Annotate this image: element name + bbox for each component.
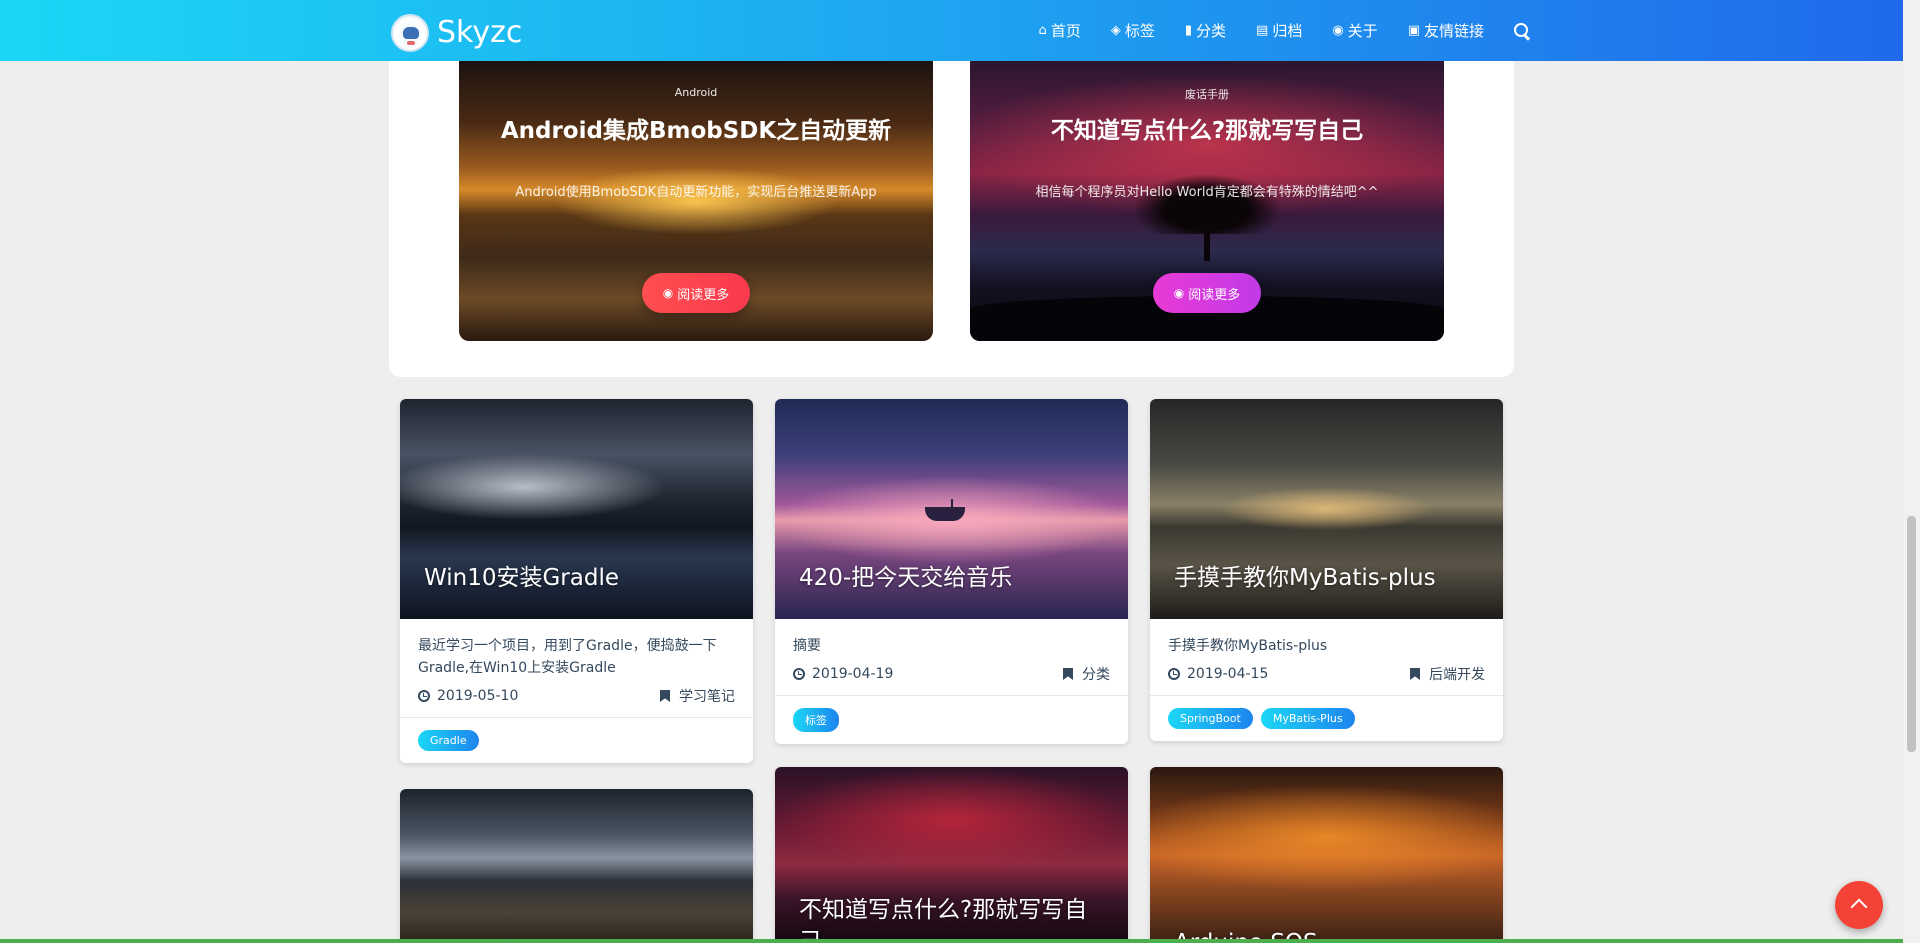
article-card[interactable]: Win10安装Gradle 最近学习一个项目，用到了Gradle，便捣鼓一下Gr…	[400, 399, 753, 763]
tag-chip[interactable]: Gradle	[418, 730, 479, 751]
home-icon: ⌂	[1038, 23, 1047, 38]
nav-label: 关于	[1347, 22, 1378, 40]
nav-item-home[interactable]: ⌂ 首页	[1039, 20, 1081, 41]
article-card[interactable]: 手摸手教你MyBatis-plus 手摸手教你MyBatis-plus 2019…	[1150, 399, 1503, 741]
article-cover[interactable]: Arduino SOS	[1150, 767, 1503, 943]
featured-category: Android	[674, 86, 718, 99]
article-title[interactable]: 手摸手教你MyBatis-plus	[1174, 562, 1484, 594]
article-cover[interactable]: Win10安装Gradle	[400, 399, 753, 619]
tags-icon: ◈	[1110, 23, 1121, 38]
nav-item-tags[interactable]: ◈ 标签	[1111, 20, 1155, 41]
nav-label: 首页	[1050, 22, 1081, 40]
bookmark-icon	[1410, 668, 1420, 680]
article-card[interactable]: 不知道写点什么?那就写写自己	[775, 767, 1128, 943]
featured-category: 废话手册	[1185, 88, 1229, 101]
eye-icon: ◉	[662, 286, 674, 300]
featured-title[interactable]: Android集成BmobSDK之自动更新	[459, 111, 933, 145]
article-date: 2019-05-10	[437, 688, 519, 704]
clock-icon	[1168, 668, 1180, 680]
read-more-button[interactable]: ◉ 阅读更多	[1153, 273, 1261, 313]
nav-item-friends[interactable]: ▣ 友情链接	[1408, 20, 1484, 41]
read-more-label: 阅读更多	[677, 287, 730, 303]
clock-icon	[418, 690, 430, 702]
tag-chip[interactable]: SpringBoot	[1168, 708, 1253, 729]
featured-description: Android使用BmobSDK自动更新功能，实现后台推送更新App	[515, 185, 877, 200]
article-category: 学习笔记	[679, 689, 735, 705]
article-category-link[interactable]: 后端开发	[1410, 664, 1485, 684]
article-summary: 最近学习一个项目，用到了Gradle，便捣鼓一下Gradle,在Win10上安装…	[418, 638, 717, 676]
article-tags: 标签	[793, 696, 1110, 744]
article-summary: 摘要	[793, 638, 821, 654]
article-title[interactable]: Win10安装Gradle	[424, 562, 734, 594]
article-tags: SpringBoot MyBatis-Plus	[1168, 696, 1485, 741]
article-title[interactable]: 不知道写点什么?那就写写自己	[799, 894, 1109, 943]
main-nav: ⌂ 首页 ◈ 标签 ▮ 分类 ▤ 归档 ◉ 关于 ▣ 友情链接	[1009, 0, 1530, 61]
bookmark-icon	[660, 690, 670, 702]
read-more-label: 阅读更多	[1188, 287, 1241, 303]
featured-description: 相信每个程序员对Hello World肯定都会有特殊的情结吧^^	[1035, 185, 1379, 200]
tag-chip[interactable]: MyBatis-Plus	[1260, 708, 1355, 729]
article-summary: 手摸手教你MyBatis-plus	[1168, 638, 1328, 654]
bookmark-icon	[1063, 668, 1073, 680]
archive-icon: ▤	[1256, 23, 1269, 38]
article-meta: 2019-04-15 后端开发	[1168, 663, 1485, 685]
article-cover[interactable]	[400, 789, 753, 943]
logo-icon	[391, 14, 429, 52]
nav-label: 标签	[1124, 22, 1155, 40]
article-meta: 2019-04-19 分类	[793, 663, 1110, 685]
address-book-icon: ▣	[1407, 23, 1420, 38]
site-name: Skyzc	[437, 15, 523, 50]
article-cover[interactable]: 手摸手教你MyBatis-plus	[1150, 399, 1503, 619]
scrollbar-thumb[interactable]	[1907, 516, 1916, 752]
article-category: 后端开发	[1429, 667, 1485, 683]
article-tags: Gradle	[418, 718, 735, 763]
featured-title[interactable]: 不知道写点什么?那就写写自己	[970, 111, 1444, 145]
boat-mast	[951, 499, 953, 519]
article-meta: 2019-05-10 学习笔记	[418, 685, 735, 707]
nav-item-archive[interactable]: ▤ 归档	[1256, 20, 1302, 41]
reading-progress-bar	[0, 939, 1903, 943]
read-more-button[interactable]: ◉ 阅读更多	[642, 273, 750, 313]
eye-icon: ◉	[1173, 286, 1185, 300]
tree-trunk	[1204, 221, 1210, 261]
nav-label: 分类	[1196, 22, 1227, 40]
nav-label: 友情链接	[1423, 22, 1484, 40]
featured-card-diary[interactable]: 废话手册 不知道写点什么?那就写写自己 相信每个程序员对Hello World肯…	[970, 61, 1444, 341]
tag-chip[interactable]: 标签	[793, 708, 839, 732]
article-cover[interactable]: 不知道写点什么?那就写写自己	[775, 767, 1128, 943]
featured-card-android[interactable]: Android Android集成BmobSDK之自动更新 Android使用B…	[459, 61, 933, 341]
nav-item-categories[interactable]: ▮ 分类	[1185, 20, 1226, 41]
article-title[interactable]: 420-把今天交给音乐	[799, 562, 1109, 594]
clock-icon	[793, 668, 805, 680]
article-card[interactable]: Arduino SOS	[1150, 767, 1503, 943]
boat-silhouette	[925, 507, 965, 521]
article-category-link[interactable]: 学习笔记	[660, 686, 735, 706]
search-icon[interactable]	[1514, 22, 1530, 39]
nav-item-about[interactable]: ◉ 关于	[1332, 20, 1377, 41]
article-category: 分类	[1082, 667, 1110, 683]
site-logo[interactable]: Skyzc	[391, 14, 522, 52]
scrollbar[interactable]	[1903, 0, 1920, 943]
user-circle-icon: ◉	[1332, 23, 1344, 38]
article-date: 2019-04-19	[812, 666, 894, 682]
article-card[interactable]	[400, 789, 753, 943]
article-card[interactable]: 420-把今天交给音乐 摘要 2019-04-19 分类 标签	[775, 399, 1128, 744]
article-date: 2019-04-15	[1187, 666, 1269, 682]
article-cover[interactable]: 420-把今天交给音乐	[775, 399, 1128, 619]
top-navbar: Skyzc ⌂ 首页 ◈ 标签 ▮ 分类 ▤ 归档 ◉ 关于 ▣ 友情链接	[0, 0, 1903, 61]
nav-label: 归档	[1272, 22, 1303, 40]
article-category-link[interactable]: 分类	[1063, 664, 1110, 684]
bookmark-icon: ▮	[1184, 23, 1192, 38]
back-to-top-button[interactable]	[1835, 881, 1883, 929]
